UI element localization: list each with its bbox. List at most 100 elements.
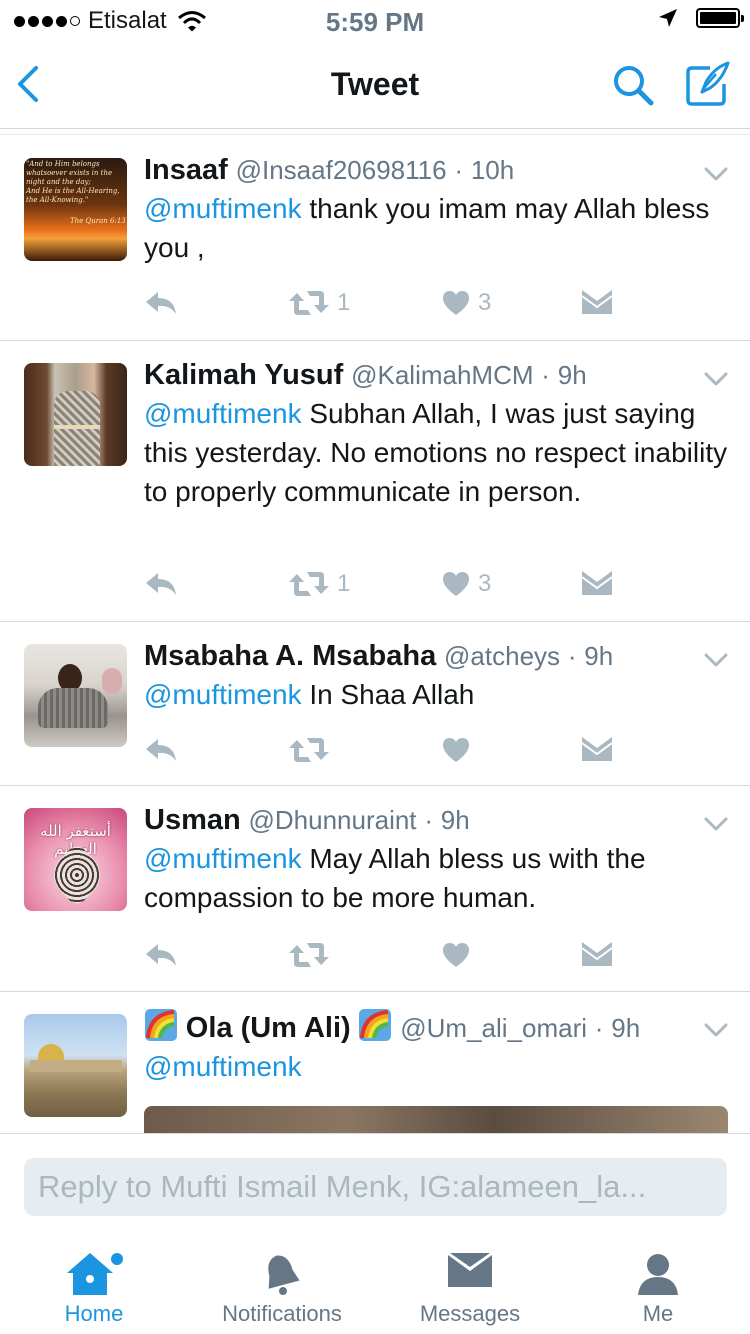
heart-icon (442, 291, 470, 315)
user-handle[interactable]: @atcheys (444, 641, 560, 671)
heart-icon (442, 738, 470, 762)
mention-link[interactable]: @muftimenk (144, 679, 302, 710)
mention-link[interactable]: @muftimenk (144, 843, 302, 874)
user-handle[interactable]: @Um_ali_omari (400, 1013, 587, 1043)
tweet-reply[interactable]: أستغفر الله العظيم Usman @Dhunnuraint · … (0, 786, 750, 992)
reply-icon (146, 739, 176, 761)
tab-notifications[interactable]: Notifications (188, 1237, 376, 1334)
display-name[interactable]: Usman (144, 804, 241, 836)
reply-button[interactable] (144, 733, 178, 767)
avatar[interactable] (24, 644, 127, 747)
display-name[interactable]: Msabaha A. Msabaha (144, 640, 436, 672)
reply-bar: Reply to Mufti Ismail Menk, IG:alameen_l… (0, 1133, 750, 1238)
compose-tweet-icon[interactable] (684, 60, 732, 108)
tweet-actions (144, 938, 624, 972)
retweet-icon (289, 943, 329, 967)
mention-link[interactable]: @muftimenk (144, 1051, 302, 1082)
reply-icon (146, 573, 176, 595)
separator-dot: · (454, 155, 464, 185)
retweet-button[interactable] (289, 938, 337, 972)
direct-message-button[interactable] (582, 733, 612, 767)
tab-label: Notifications (222, 1301, 342, 1326)
user-handle[interactable]: @KalimahMCM (351, 360, 533, 390)
person-icon (638, 1254, 678, 1295)
direct-message-button[interactable] (582, 567, 612, 601)
avatar-caption: the All-Knowing." (26, 196, 89, 204)
tweet-actions: 1 3 (144, 567, 624, 601)
tweet-text: @muftimenk thank you imam may Allah bles… (144, 189, 734, 267)
envelope-share-icon (582, 737, 612, 761)
tweet-reply[interactable]: Kalimah Yusuf @KalimahMCM · 9h @muftimen… (0, 341, 750, 622)
avatar[interactable]: "And to Him belongs whatsoever exists in… (24, 158, 127, 261)
like-count: 3 (478, 570, 492, 597)
tab-home[interactable]: Home (0, 1237, 188, 1334)
retweet-icon (289, 738, 329, 762)
chevron-down-icon[interactable] (704, 652, 728, 668)
separator-dot: · (567, 641, 577, 671)
tab-label: Home (64, 1301, 124, 1326)
like-button[interactable]: 3 (442, 567, 491, 601)
display-name[interactable]: Insaaf (144, 154, 228, 186)
tweet-time: 9h (611, 1013, 641, 1043)
home-icon (67, 1253, 123, 1295)
user-handle[interactable]: @Insaaf20698116 (236, 155, 447, 185)
tweet-actions (144, 733, 624, 767)
navigation-bar: Tweet (0, 40, 750, 129)
display-name[interactable]: Ola (Um Ali) (186, 1012, 351, 1044)
heart-icon (442, 572, 470, 596)
like-button[interactable] (442, 938, 478, 972)
like-button[interactable] (442, 733, 478, 767)
tweet-reply[interactable]: Msabaha A. Msabaha @atcheys · 9h @muftim… (0, 622, 750, 786)
retweet-count: 1 (337, 289, 351, 316)
chevron-down-icon[interactable] (704, 1022, 728, 1038)
rainbow-emoji-icon (359, 1009, 392, 1041)
tweet-text: @muftimenk May Allah bless us with the c… (144, 839, 734, 917)
tweet-text: @muftimenk (144, 1047, 734, 1086)
envelope-share-icon (582, 942, 612, 966)
tab-bar: Home Notifications Messages Me (0, 1237, 750, 1334)
chevron-down-icon[interactable] (704, 816, 728, 832)
separator-dot: · (594, 1013, 604, 1043)
avatar[interactable] (24, 363, 127, 466)
search-icon[interactable] (610, 62, 656, 108)
tweet-media-image[interactable] (144, 1106, 728, 1136)
direct-message-button[interactable] (582, 286, 612, 320)
reply-button[interactable] (144, 286, 178, 320)
reply-button[interactable] (144, 567, 178, 601)
mention-link[interactable]: @muftimenk (144, 398, 302, 429)
tweet-time: 10h (470, 155, 515, 185)
tweet-time: 9h (557, 360, 587, 390)
retweet-button[interactable]: 1 (289, 567, 350, 601)
tab-label: Me (642, 1301, 674, 1326)
reply-input[interactable]: Reply to Mufti Ismail Menk, IG:alameen_l… (24, 1158, 727, 1216)
avatar[interactable]: أستغفر الله العظيم (24, 808, 127, 911)
retweet-button[interactable]: 1 (289, 286, 350, 320)
chevron-down-icon[interactable] (704, 371, 728, 387)
avatar[interactable] (24, 1014, 127, 1117)
direct-message-button[interactable] (582, 938, 612, 972)
separator-dot: · (424, 805, 433, 835)
status-bar: Etisalat 5:59 PM (0, 0, 750, 40)
tab-me[interactable]: Me (564, 1237, 750, 1334)
tweet-actions: 1 3 (144, 286, 624, 320)
tab-messages[interactable]: Messages (376, 1237, 564, 1334)
rainbow-emoji-icon (145, 1009, 177, 1041)
separator-dot: · (541, 360, 550, 390)
battery-icon (696, 8, 744, 28)
heart-icon (442, 943, 470, 967)
user-handle[interactable]: @Dhunnuraint (248, 805, 416, 835)
envelope-share-icon (582, 571, 612, 595)
display-name[interactable]: Kalimah Yusuf (144, 359, 343, 391)
mention-link[interactable]: @muftimenk (144, 193, 302, 224)
tweet-reply[interactable]: "And to Him belongs whatsoever exists in… (0, 136, 750, 341)
retweet-icon (289, 291, 329, 315)
like-button[interactable]: 3 (442, 286, 491, 320)
avatar-caption: night and the day; (26, 178, 91, 186)
chevron-down-icon[interactable] (704, 166, 728, 182)
avatar-caption: whatsoever exists in the (26, 169, 113, 177)
tweet-time: 9h (584, 641, 614, 671)
tweet-time: 9h (440, 805, 470, 835)
clock: 5:59 PM (325, 7, 425, 37)
reply-button[interactable] (144, 938, 178, 972)
retweet-button[interactable] (289, 733, 337, 767)
